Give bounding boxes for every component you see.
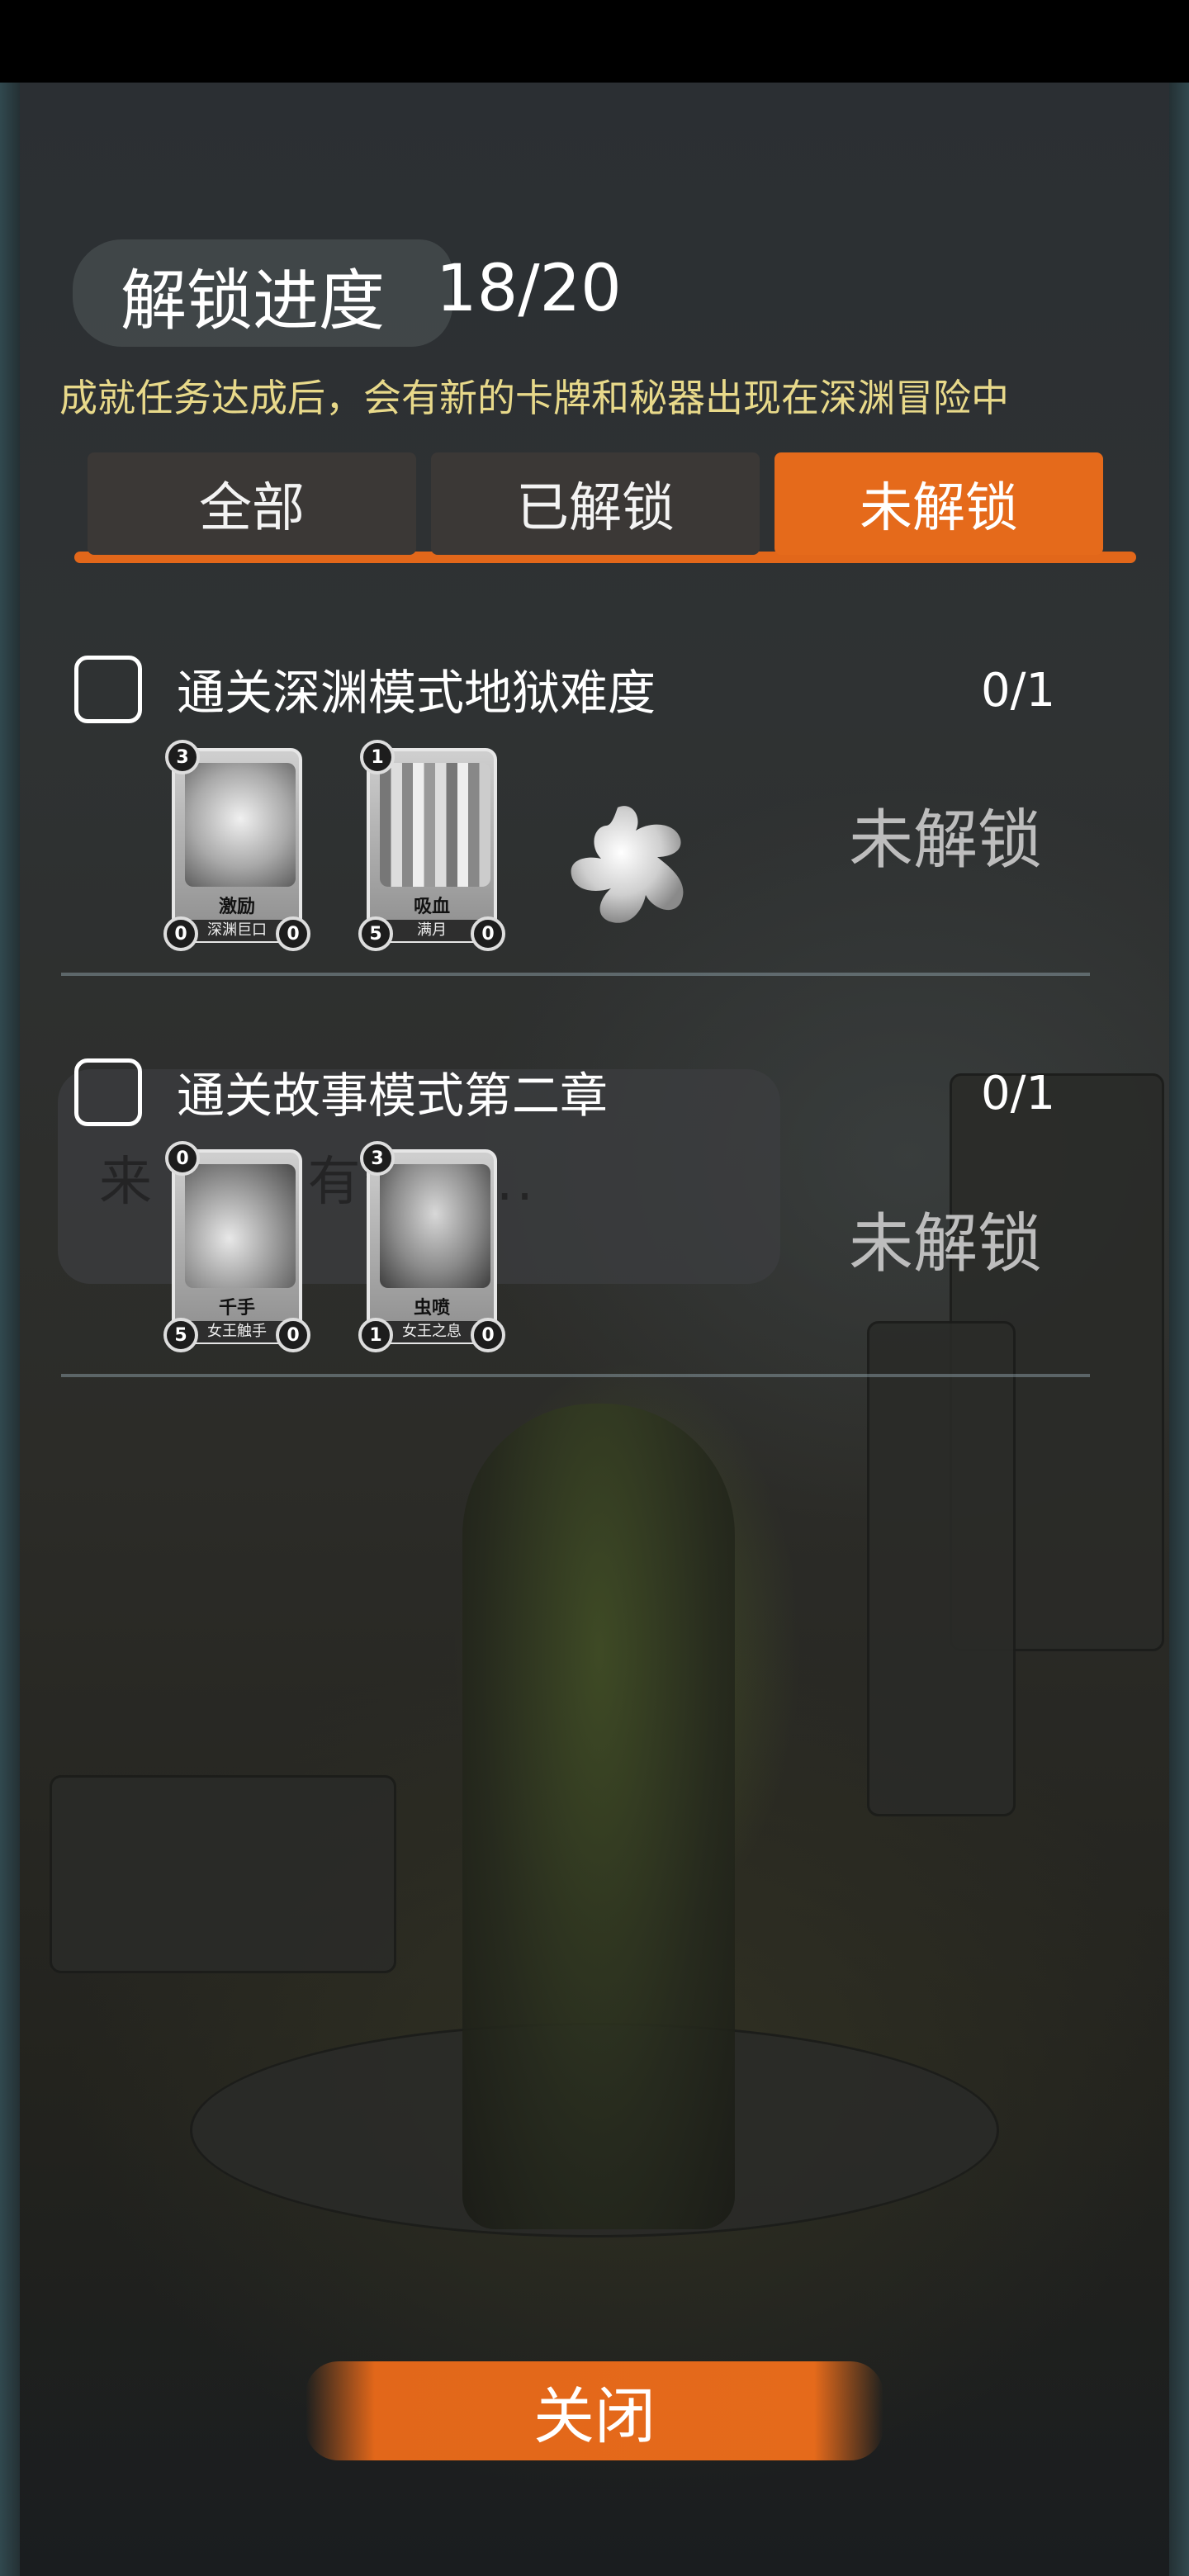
tab-all[interactable]: 全部 bbox=[88, 452, 416, 555]
card-cost: 1 bbox=[360, 740, 395, 774]
card-name: 吸血 bbox=[413, 897, 450, 917]
card-art bbox=[380, 763, 490, 887]
card-subtitle: 女王之息 bbox=[381, 1321, 482, 1342]
unlock-progress-value: 18/20 bbox=[436, 252, 622, 326]
stone-steps bbox=[50, 1775, 396, 1973]
card-art bbox=[185, 763, 296, 887]
right-border bbox=[1169, 83, 1189, 2576]
card-subtitle: 深渊巨口 bbox=[187, 920, 287, 941]
card-art bbox=[185, 1164, 296, 1288]
card-attack: 5 bbox=[358, 916, 393, 951]
task-progress-count: 0/1 bbox=[981, 664, 1056, 717]
splash-relic-icon[interactable] bbox=[560, 793, 700, 933]
card-name: 虫喷 bbox=[413, 1298, 450, 1319]
card-subtitle: 女王触手 bbox=[187, 1321, 287, 1342]
left-border bbox=[0, 83, 20, 2576]
card-attack: 1 bbox=[358, 1318, 393, 1352]
card-health: 0 bbox=[276, 1318, 310, 1352]
card-cost: 0 bbox=[165, 1141, 200, 1176]
unlock-hint-text: 成就任务达成后，会有新的卡牌和秘器出现在深渊冒险中 bbox=[59, 376, 1009, 420]
standing-stone bbox=[867, 1321, 1016, 1816]
unlock-progress-label: 解锁进度 bbox=[121, 263, 385, 339]
task-status: 未解锁 bbox=[849, 1207, 1043, 1281]
tab-locked[interactable]: 未解锁 bbox=[775, 452, 1103, 555]
card-health: 0 bbox=[471, 916, 505, 951]
task-status: 未解锁 bbox=[849, 803, 1043, 878]
row-divider bbox=[61, 1374, 1090, 1377]
task-checkbox[interactable] bbox=[74, 656, 142, 723]
reward-card[interactable]: 虫喷 女王之息 3 1 0 bbox=[358, 1141, 505, 1352]
card-frame: 千手 女王触手 bbox=[172, 1149, 302, 1344]
card-health: 0 bbox=[276, 916, 310, 951]
card-health: 0 bbox=[471, 1318, 505, 1352]
tab-unlocked[interactable]: 已解锁 bbox=[431, 452, 760, 555]
card-attack: 0 bbox=[163, 916, 198, 951]
card-art bbox=[380, 1164, 490, 1288]
task-progress-count: 0/1 bbox=[981, 1067, 1056, 1120]
card-name: 激励 bbox=[218, 897, 255, 917]
reward-card[interactable]: 吸血 满月 1 5 0 bbox=[358, 740, 505, 951]
card-cost: 3 bbox=[360, 1141, 395, 1176]
reward-card[interactable]: 千手 女王触手 0 5 0 bbox=[163, 1141, 310, 1352]
task-title: 通关故事模式第二章 bbox=[177, 1068, 609, 1124]
row-divider bbox=[61, 973, 1090, 976]
task-checkbox[interactable] bbox=[74, 1058, 142, 1126]
card-subtitle: 满月 bbox=[381, 920, 482, 941]
card-frame: 吸血 满月 bbox=[367, 748, 497, 943]
task-title: 通关深渊模式地狱难度 bbox=[177, 665, 656, 721]
card-name: 千手 bbox=[218, 1298, 255, 1319]
tentacle-creature bbox=[462, 1404, 735, 2229]
reward-card[interactable]: 激励 深渊巨口 3 0 0 bbox=[163, 740, 310, 951]
card-attack: 5 bbox=[163, 1318, 198, 1352]
card-frame: 激励 深渊巨口 bbox=[172, 748, 302, 943]
card-frame: 虫喷 女王之息 bbox=[367, 1149, 497, 1344]
status-bar bbox=[0, 0, 1189, 83]
card-cost: 3 bbox=[165, 740, 200, 774]
close-button[interactable]: 关闭 bbox=[306, 2361, 883, 2460]
